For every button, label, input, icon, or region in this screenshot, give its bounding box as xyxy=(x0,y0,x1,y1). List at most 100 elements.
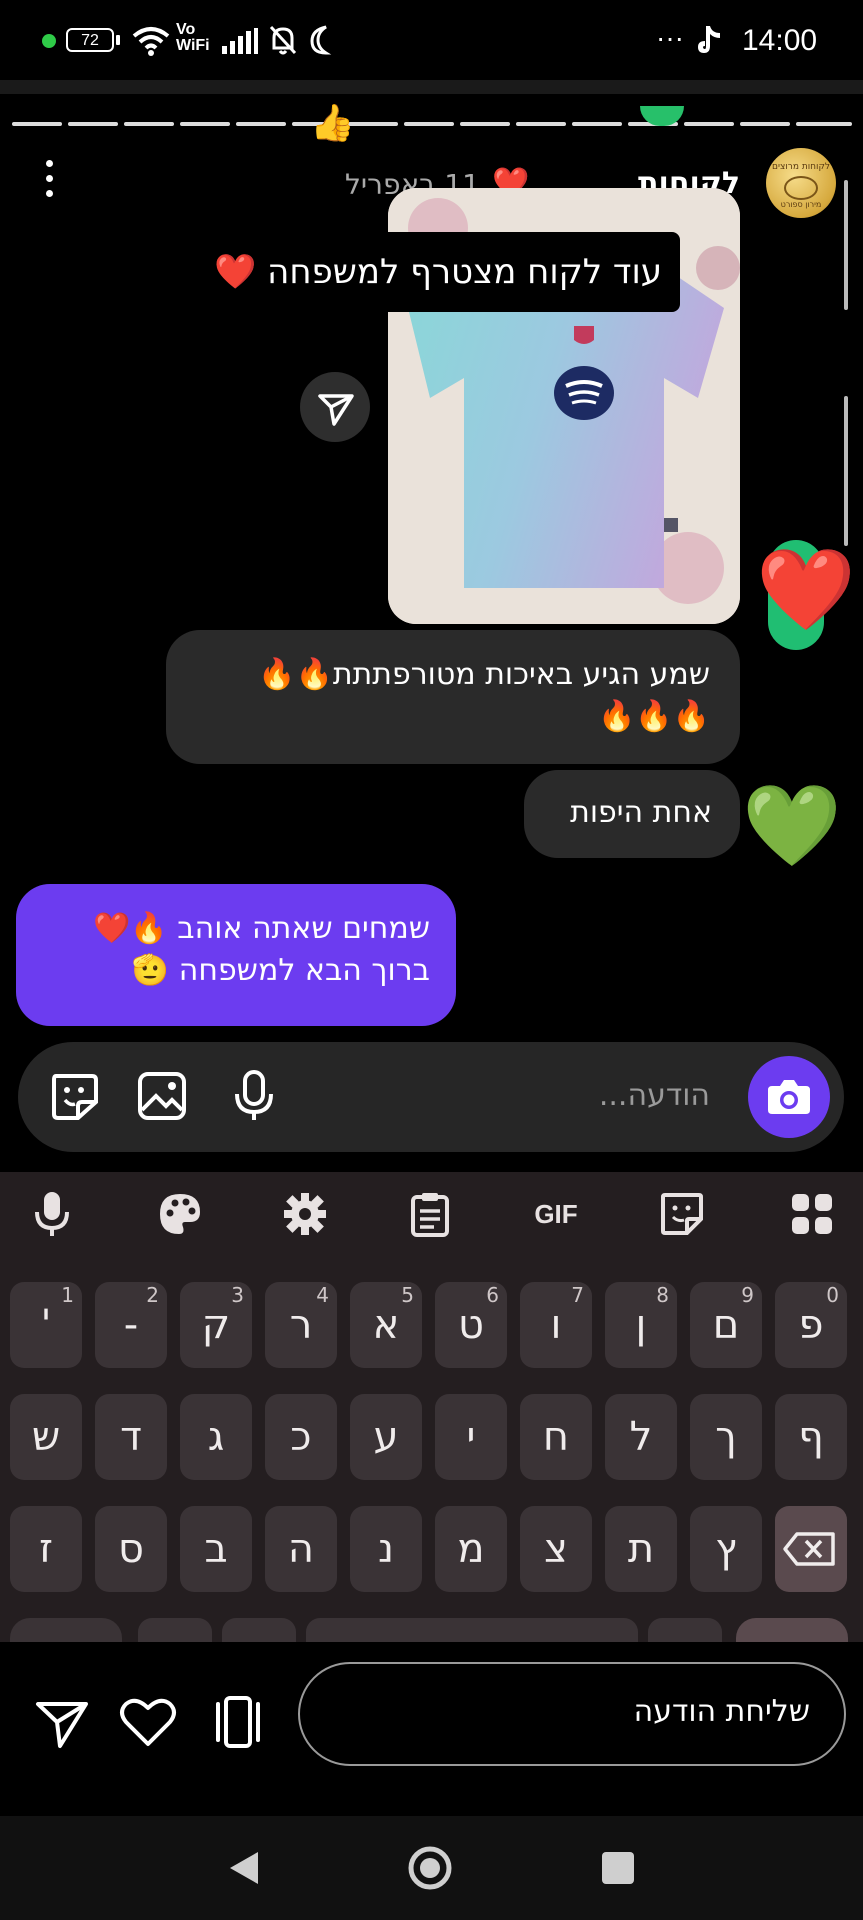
key[interactable]: ך xyxy=(690,1394,762,1480)
send-icon xyxy=(318,394,354,426)
clock: 14:00 xyxy=(742,24,818,57)
key[interactable]: ת xyxy=(605,1506,677,1592)
green-heart-reaction-icon: 💚 xyxy=(742,779,842,872)
progress-segment xyxy=(740,122,790,126)
home-icon[interactable] xyxy=(406,1844,454,1892)
avatar-text-bottom: מירון ספורט xyxy=(780,200,822,209)
key[interactable]: ד xyxy=(95,1394,167,1480)
story-reply-bar: שליחת הודעה xyxy=(0,1642,863,1816)
keyboard: GIF 1 ' 2- 3ק 4ר 5א 6ט 7ו 8ן 9ם 0פ ש ד ג … xyxy=(0,1172,863,1642)
key[interactable]: 7ו xyxy=(520,1282,592,1368)
key[interactable]: 6ט xyxy=(435,1282,507,1368)
message-text: ברוך הבא למשפחה 🫡 xyxy=(131,953,430,988)
story-carousel-icon[interactable] xyxy=(206,1690,270,1754)
message-bubble[interactable]: שמע הגיע באיכות מטורפתתת🔥🔥 🔥🔥🔥 xyxy=(166,630,740,764)
key[interactable]: ח xyxy=(520,1394,592,1480)
backspace-key[interactable] xyxy=(775,1506,847,1592)
message-composer: הודעה... xyxy=(18,1042,844,1152)
key[interactable] xyxy=(138,1618,212,1642)
battery-tip xyxy=(116,35,120,45)
message-text: שמחים שאתה אוהב 🔥❤️ xyxy=(93,911,430,946)
key[interactable]: נ xyxy=(350,1506,422,1592)
message-input-placeholder: הודעה... xyxy=(598,1078,710,1113)
key[interactable]: 3ק xyxy=(180,1282,252,1368)
key[interactable]: 9ם xyxy=(690,1282,762,1368)
key[interactable]: ל xyxy=(605,1394,677,1480)
signal-icon xyxy=(222,28,258,54)
voice-input-icon[interactable] xyxy=(22,1184,82,1244)
sticker-icon[interactable] xyxy=(46,1068,102,1124)
caption-box: עוד לקוח מצטרף למשפחה ❤️ xyxy=(195,232,680,312)
message-bubble[interactable]: אחת היפות xyxy=(524,770,740,858)
settings-icon[interactable] xyxy=(275,1184,335,1244)
heart-reaction-icon: ❤️ xyxy=(756,543,856,636)
apps-grid-icon[interactable] xyxy=(782,1184,842,1244)
progress-segment xyxy=(124,122,174,126)
progress-segment xyxy=(460,122,510,126)
progress-segment xyxy=(348,122,398,126)
gallery-icon[interactable] xyxy=(134,1068,190,1124)
message-text: אחת היפות xyxy=(570,795,712,830)
gif-label: GIF xyxy=(534,1198,578,1229)
bell-off-icon xyxy=(269,25,297,55)
avatar-seal xyxy=(784,176,818,200)
share-story-button[interactable] xyxy=(300,372,370,442)
progress-segment xyxy=(796,122,852,126)
like-heart-icon[interactable] xyxy=(116,1690,180,1754)
key[interactable]: 0פ xyxy=(775,1282,847,1368)
key[interactable] xyxy=(736,1618,848,1642)
progress-segment xyxy=(180,122,230,126)
progress-segment xyxy=(236,122,286,126)
key[interactable]: צ xyxy=(520,1506,592,1592)
caption-text: עוד לקוח מצטרף למשפחה ❤️ xyxy=(213,252,662,292)
key[interactable]: מ xyxy=(435,1506,507,1592)
my-message-bubble[interactable]: שמחים שאתה אוהב 🔥❤️ ברוך הבא למשפחה 🫡 xyxy=(16,884,456,1026)
key[interactable]: 5א xyxy=(350,1282,422,1368)
camera-button[interactable] xyxy=(748,1056,830,1138)
message-text: שמע הגיע באיכות מטורפתתת🔥🔥 xyxy=(258,657,710,692)
key[interactable]: י xyxy=(435,1394,507,1480)
status-bar: 72 Vo WiFi ··· 14:00 xyxy=(0,0,863,80)
key[interactable] xyxy=(648,1618,722,1642)
story-background xyxy=(0,80,863,94)
key[interactable]: ס xyxy=(95,1506,167,1592)
gif-icon[interactable]: GIF xyxy=(526,1184,586,1244)
key[interactable]: ג xyxy=(180,1394,252,1480)
network-label: Vo WiFi xyxy=(176,21,210,54)
more-options-icon[interactable] xyxy=(44,160,54,200)
story-progress-bar xyxy=(12,122,852,126)
clipboard-icon[interactable] xyxy=(400,1184,460,1244)
emoji-sticker-icon[interactable] xyxy=(652,1184,712,1244)
message-input[interactable]: הודעה... xyxy=(318,1068,738,1128)
key[interactable]: ז xyxy=(10,1506,82,1592)
avatar[interactable]: לקוחות מרוצים מירון ספורט xyxy=(766,148,836,218)
microphone-icon[interactable] xyxy=(226,1068,282,1124)
key[interactable]: ץ xyxy=(690,1506,762,1592)
battery-level: 72 xyxy=(81,32,99,49)
key[interactable]: 2- xyxy=(95,1282,167,1368)
key[interactable] xyxy=(10,1618,122,1642)
key[interactable]: ע xyxy=(350,1394,422,1480)
wifi-icon xyxy=(132,27,170,56)
share-icon[interactable] xyxy=(30,1690,94,1754)
key[interactable]: 1 ' xyxy=(10,1282,82,1368)
key[interactable]: כ xyxy=(265,1394,337,1480)
key[interactable]: 8ן xyxy=(605,1282,677,1368)
send-message-input[interactable]: שליחת הודעה xyxy=(298,1662,846,1766)
key[interactable] xyxy=(222,1618,296,1642)
more-indicator: ··· xyxy=(656,22,684,53)
progress-segment xyxy=(516,122,566,126)
space-key[interactable] xyxy=(306,1618,638,1642)
back-icon[interactable] xyxy=(222,1846,266,1890)
recents-icon[interactable] xyxy=(598,1848,638,1888)
key[interactable]: ה xyxy=(265,1506,337,1592)
key[interactable]: ב xyxy=(180,1506,252,1592)
key[interactable]: 4ר xyxy=(265,1282,337,1368)
key[interactable]: ף xyxy=(775,1394,847,1480)
progress-segment xyxy=(404,122,454,126)
progress-segment xyxy=(684,122,734,126)
avatar-text-top: לקוחות מרוצים xyxy=(771,162,831,172)
backspace-icon xyxy=(783,1532,835,1566)
palette-icon[interactable] xyxy=(150,1184,210,1244)
key[interactable]: ש xyxy=(10,1394,82,1480)
